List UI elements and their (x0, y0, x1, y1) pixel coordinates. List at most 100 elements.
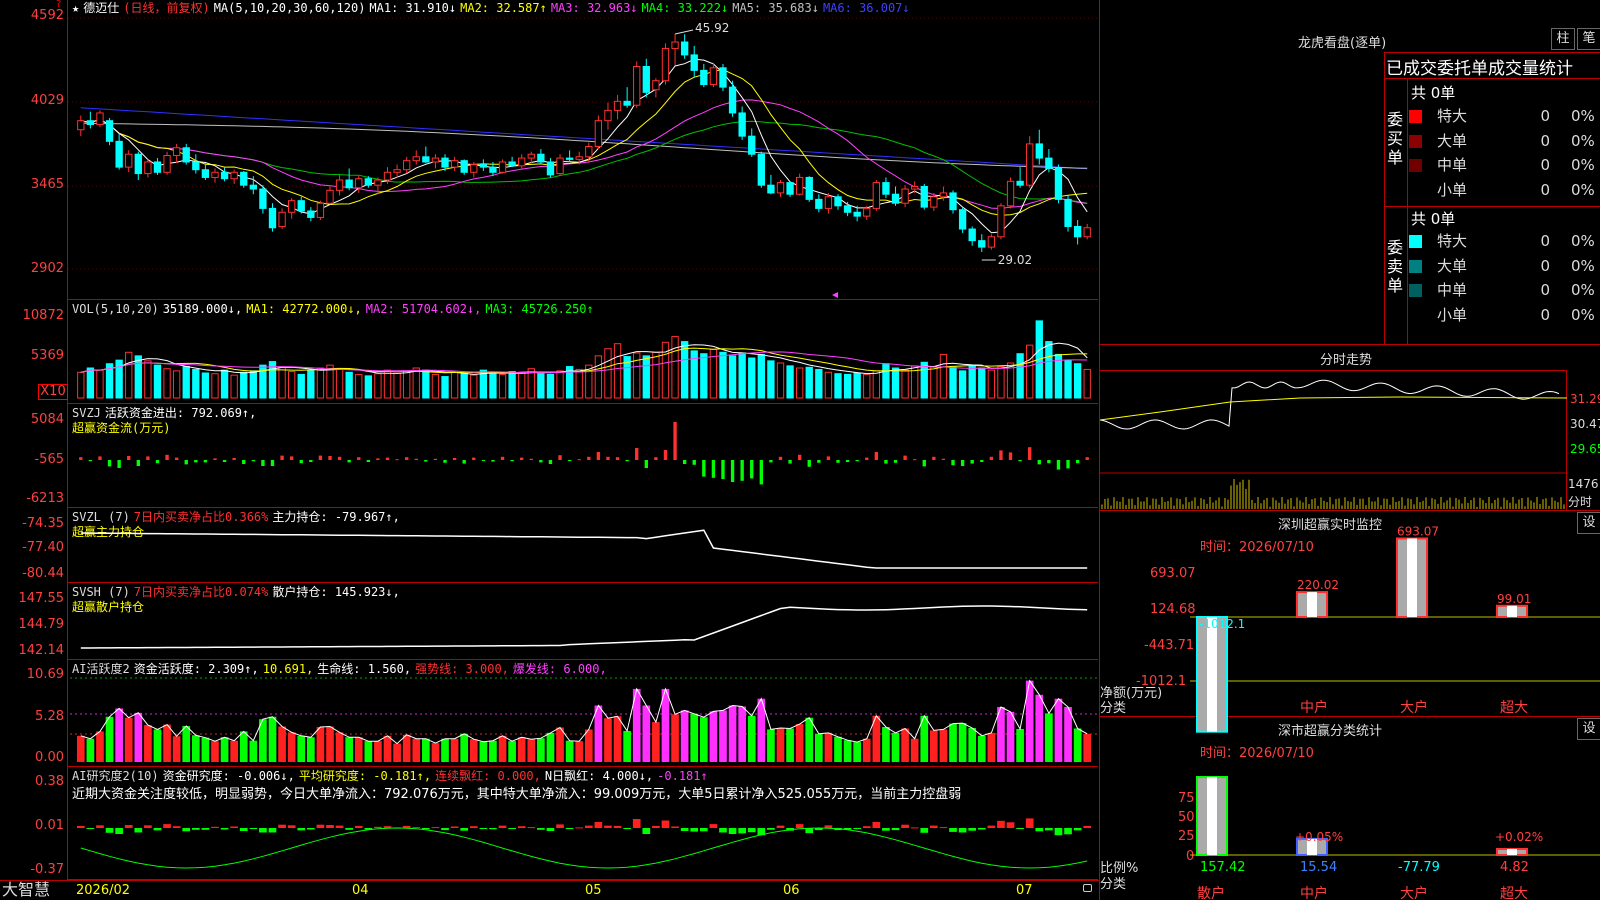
candle[interactable] (316, 202, 325, 218)
candle[interactable] (345, 179, 353, 189)
candle[interactable] (374, 179, 382, 186)
candle[interactable] (518, 157, 526, 167)
candle[interactable] (1026, 143, 1034, 186)
candle[interactable] (556, 157, 564, 175)
candle[interactable] (633, 66, 641, 106)
candle[interactable] (757, 153, 765, 186)
candle[interactable] (431, 157, 440, 163)
candle[interactable] (220, 171, 229, 180)
candle[interactable] (537, 153, 545, 163)
candle[interactable] (403, 160, 411, 171)
candle[interactable] (690, 54, 698, 71)
candle[interactable] (470, 164, 478, 173)
candle[interactable] (105, 120, 114, 142)
candle[interactable] (738, 112, 746, 137)
candle[interactable] (987, 236, 996, 248)
candle[interactable] (249, 184, 257, 190)
candle[interactable] (613, 100, 622, 111)
candle[interactable] (1073, 225, 1082, 238)
candle[interactable] (134, 153, 142, 175)
candle[interactable] (872, 182, 881, 209)
candle[interactable] (978, 240, 986, 248)
candle[interactable] (86, 120, 95, 126)
candle[interactable] (1064, 198, 1072, 227)
candle[interactable] (920, 185, 928, 208)
candle[interactable] (508, 161, 516, 167)
candle[interactable] (853, 211, 861, 217)
candle[interactable] (680, 41, 689, 56)
candle[interactable] (1006, 180, 1015, 207)
candle[interactable] (479, 164, 488, 168)
candle[interactable] (77, 120, 85, 131)
candle[interactable] (585, 145, 593, 158)
candle[interactable] (642, 66, 650, 93)
candle[interactable] (824, 196, 833, 209)
candle[interactable] (307, 210, 315, 218)
candle[interactable] (1045, 157, 1053, 169)
candle[interactable] (700, 69, 708, 86)
candle[interactable] (412, 156, 420, 162)
candle[interactable] (958, 209, 967, 230)
candle[interactable] (460, 160, 468, 173)
candle[interactable] (115, 140, 123, 168)
candle[interactable] (671, 41, 679, 49)
candle[interactable] (527, 153, 535, 159)
candle[interactable] (297, 200, 305, 212)
candle[interactable] (182, 147, 190, 163)
candle[interactable] (661, 47, 670, 82)
candle[interactable] (939, 192, 948, 198)
candle[interactable] (211, 171, 219, 178)
candle[interactable] (863, 207, 871, 217)
candle[interactable] (786, 182, 794, 195)
candle[interactable] (240, 171, 248, 186)
candle[interactable] (326, 189, 334, 204)
candle[interactable] (125, 153, 133, 168)
candle[interactable] (144, 161, 152, 175)
candle[interactable] (911, 185, 919, 190)
candle[interactable] (278, 211, 286, 227)
candle[interactable] (192, 161, 200, 171)
candle[interactable] (930, 196, 938, 208)
candle[interactable] (450, 160, 459, 168)
candle[interactable] (259, 188, 267, 209)
candle[interactable] (623, 100, 631, 106)
candle[interactable] (335, 179, 344, 191)
candle[interactable] (201, 169, 210, 178)
candle[interactable] (498, 161, 507, 173)
candle[interactable] (422, 156, 430, 163)
candle[interactable] (882, 182, 890, 195)
candle[interactable] (393, 169, 401, 173)
cursor-icon[interactable] (832, 292, 838, 298)
candle[interactable] (709, 67, 718, 86)
candle[interactable] (834, 196, 842, 207)
candle[interactable] (441, 157, 449, 168)
candle[interactable] (594, 120, 603, 147)
candle[interactable] (96, 112, 104, 126)
candle[interactable] (1035, 143, 1043, 159)
candle[interactable] (172, 147, 181, 157)
candle[interactable] (728, 86, 737, 114)
candle[interactable] (891, 193, 900, 204)
candle[interactable] (364, 178, 373, 186)
candle[interactable] (949, 192, 957, 211)
candle[interactable] (565, 157, 574, 160)
candle[interactable] (163, 155, 171, 173)
candle[interactable] (748, 135, 756, 155)
candle[interactable] (287, 200, 296, 213)
chart-canvas[interactable]: 45.92 29.02 (0, 0, 1099, 900)
candle[interactable] (997, 205, 1005, 238)
candle[interactable] (795, 176, 804, 195)
candle[interactable] (843, 205, 852, 213)
candle[interactable] (901, 188, 909, 204)
candle[interactable] (230, 171, 238, 180)
candle[interactable] (805, 176, 813, 200)
candle[interactable] (489, 166, 497, 173)
candle[interactable] (604, 109, 612, 122)
candle[interactable] (652, 80, 660, 91)
candle[interactable] (1054, 167, 1063, 200)
candle[interactable] (968, 228, 976, 242)
candle[interactable] (575, 156, 583, 160)
candle[interactable] (546, 161, 555, 176)
candle[interactable] (1016, 180, 1024, 186)
candle[interactable] (1083, 227, 1091, 238)
